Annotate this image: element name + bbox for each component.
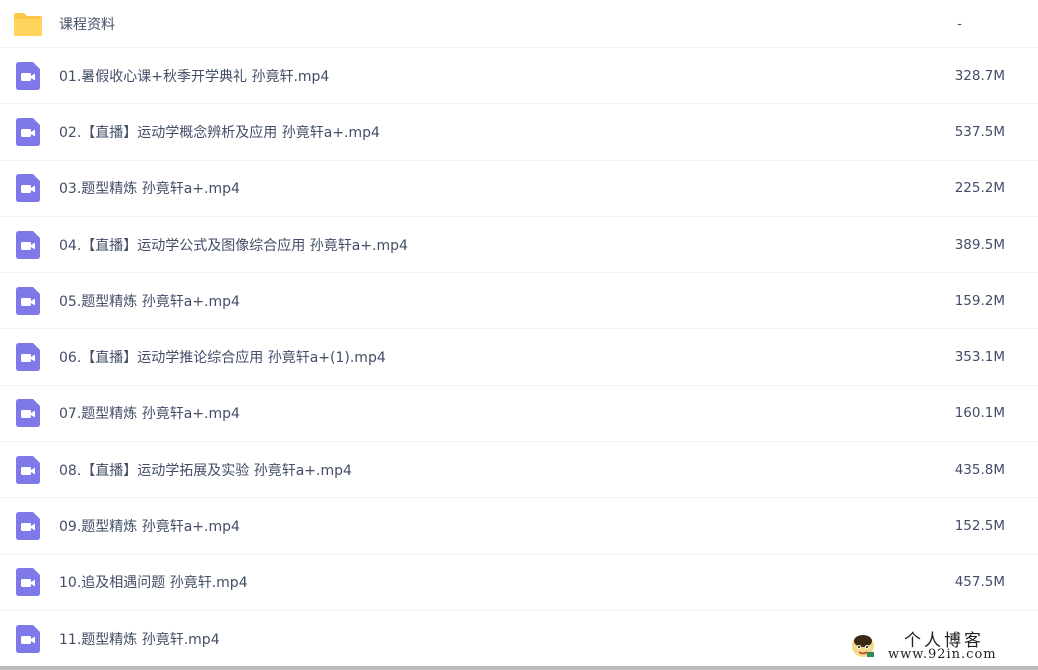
video-icon xyxy=(12,454,44,486)
file-list: 课程资料 - 01.暑假收心课+秋季开学典礼 孙竟轩.mp4 328.7M 02.【直播… xyxy=(0,0,1038,668)
video-icon xyxy=(12,285,44,317)
file-size: 160.1M xyxy=(954,405,1005,422)
file-row[interactable]: 06.【直播】运动学推论综合应用 孙竟轩a+(1).mp4 353.1M xyxy=(0,329,1038,386)
file-size: 152.5M xyxy=(954,518,1005,535)
folder-row[interactable]: 课程资料 - xyxy=(0,0,1038,48)
file-row[interactable]: 04.【直播】运动学公式及图像综合应用 孙竟轩a+.mp4 389.5M xyxy=(0,217,1038,274)
video-icon xyxy=(12,172,44,204)
folder-icon xyxy=(12,8,44,40)
file-size: 457.5M xyxy=(954,574,1005,591)
file-name[interactable]: 10.追及相遇问题 孙竟轩.mp4 xyxy=(59,572,248,592)
file-row[interactable]: 01.暑假收心课+秋季开学典礼 孙竟轩.mp4 328.7M xyxy=(0,48,1038,105)
file-size: - xyxy=(957,15,962,32)
video-icon xyxy=(12,397,44,429)
file-name[interactable]: 06.【直播】运动学推论综合应用 孙竟轩a+(1).mp4 xyxy=(59,347,386,367)
video-icon xyxy=(12,510,44,542)
video-icon xyxy=(12,566,44,598)
file-size: 537.5M xyxy=(954,123,1005,140)
video-icon xyxy=(12,623,44,655)
watermark-url: www.92in.com xyxy=(888,647,997,662)
file-size: 225.2M xyxy=(954,180,1005,197)
video-icon xyxy=(12,229,44,261)
file-size: 353.1M xyxy=(954,349,1005,366)
file-name[interactable]: 02.【直播】运动学概念辨析及应用 孙竟轩a+.mp4 xyxy=(59,122,380,142)
file-size: 435.8M xyxy=(954,461,1005,478)
file-row[interactable]: 02.【直播】运动学概念辨析及应用 孙竟轩a+.mp4 537.5M xyxy=(0,104,1038,161)
file-name[interactable]: 03.题型精炼 孙竟轩a+.mp4 xyxy=(59,178,240,198)
mascot-logo-icon xyxy=(850,632,876,658)
video-icon xyxy=(12,60,44,92)
file-row[interactable]: 03.题型精炼 孙竟轩a+.mp4 225.2M xyxy=(0,161,1038,217)
file-size: 328.7M xyxy=(954,67,1005,84)
file-row[interactable]: 09.题型精炼 孙竟轩a+.mp4 152.5M xyxy=(0,498,1038,555)
video-icon xyxy=(12,341,44,373)
file-name[interactable]: 04.【直播】运动学公式及图像综合应用 孙竟轩a+.mp4 xyxy=(59,235,408,255)
file-name[interactable]: 课程资料 xyxy=(59,14,115,34)
file-row[interactable]: 08.【直播】运动学拓展及实验 孙竟轩a+.mp4 435.8M xyxy=(0,442,1038,499)
file-name[interactable]: 01.暑假收心课+秋季开学典礼 孙竟轩.mp4 xyxy=(59,66,329,86)
file-name[interactable]: 09.题型精炼 孙竟轩a+.mp4 xyxy=(59,516,240,536)
file-name[interactable]: 07.题型精炼 孙竟轩a+.mp4 xyxy=(59,403,240,423)
file-name[interactable]: 08.【直播】运动学拓展及实验 孙竟轩a+.mp4 xyxy=(59,460,352,480)
bottom-bar xyxy=(0,666,1038,670)
file-row[interactable]: 10.追及相遇问题 孙竟轩.mp4 457.5M xyxy=(0,555,1038,611)
file-row[interactable]: 07.题型精炼 孙竟轩a+.mp4 160.1M xyxy=(0,386,1038,443)
file-row[interactable]: 05.题型精炼 孙竟轩a+.mp4 159.2M xyxy=(0,273,1038,330)
watermark: 个人博客 www.92in.com xyxy=(846,626,1024,666)
file-name[interactable]: 11.题型精炼 孙竟轩.mp4 xyxy=(59,629,220,649)
video-icon xyxy=(12,116,44,148)
file-size: 389.5M xyxy=(954,236,1005,253)
file-name[interactable]: 05.题型精炼 孙竟轩a+.mp4 xyxy=(59,291,240,311)
file-size: 159.2M xyxy=(954,292,1005,309)
